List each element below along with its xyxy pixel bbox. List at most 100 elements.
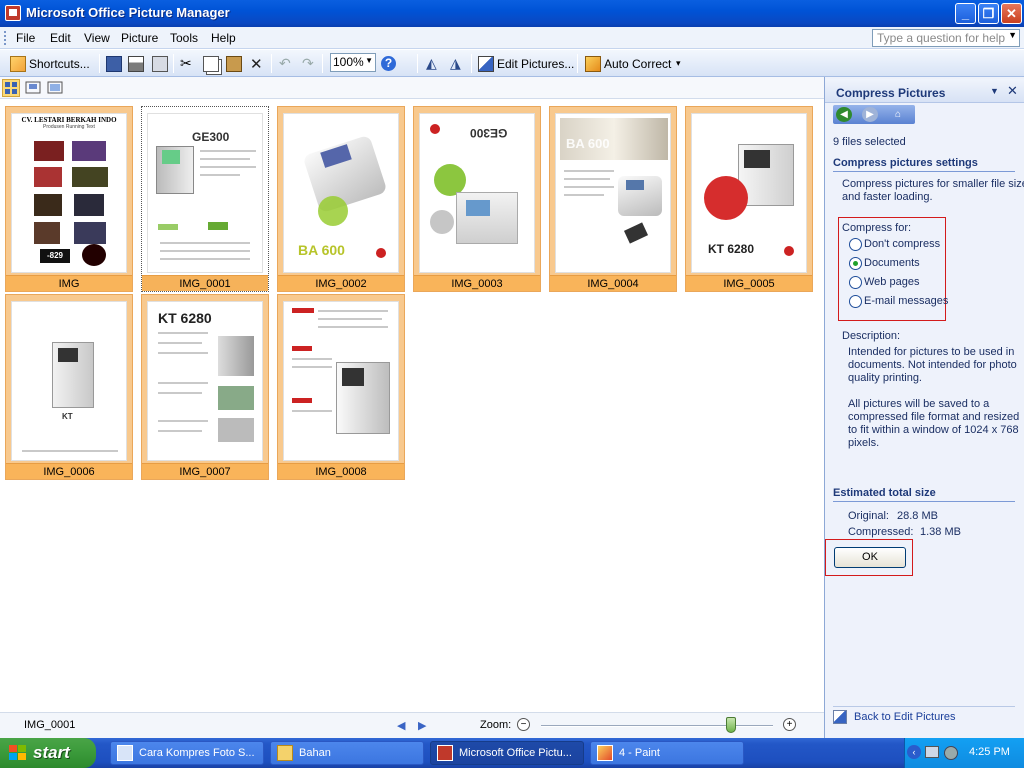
compressed-size-label: Compressed: [848, 526, 914, 538]
delete-button[interactable]: ✕ [250, 53, 263, 74]
save-icon [106, 55, 122, 72]
radio-documents[interactable] [849, 257, 862, 270]
close-button[interactable]: ✕ [1001, 3, 1022, 24]
taskbar-item-paint[interactable]: 4 - Paint [590, 741, 744, 765]
menu-file[interactable]: File [16, 31, 35, 45]
zoom-out-button[interactable]: − [517, 718, 530, 731]
previous-picture-button[interactable]: ◀ [397, 719, 405, 732]
copy-icon [203, 55, 219, 72]
zoom-slider-handle[interactable] [726, 717, 737, 733]
radio-dont-compress[interactable] [849, 238, 862, 251]
start-button[interactable]: start [0, 738, 96, 768]
restore-button[interactable]: ❐ [978, 3, 999, 24]
toolbar-separator [173, 54, 174, 73]
description-line: documents. Not intended for photo [848, 359, 1017, 371]
pane-forward-button[interactable]: ▶ [862, 107, 878, 122]
speaker-icon[interactable] [944, 746, 958, 760]
zoom-in-button[interactable]: + [783, 718, 796, 731]
thumbnail-area: CV. LESTARI BERKAH INDO Produsen Running… [0, 100, 824, 712]
thumbnail-caption: IMG_0001 [142, 275, 268, 291]
app-icon[interactable] [5, 5, 21, 21]
email-button[interactable] [152, 53, 171, 74]
paste-button[interactable] [226, 53, 245, 74]
toolbar-separator [322, 54, 323, 73]
radio-label-dont-compress[interactable]: Don't compress [864, 238, 940, 250]
copy-button[interactable] [203, 53, 222, 74]
auto-correct-icon [585, 55, 601, 72]
scissors-icon: ✂ [180, 55, 192, 71]
rotate-left-button[interactable]: ◭ [426, 53, 437, 74]
pane-home-button[interactable]: ⌂ [890, 107, 906, 122]
back-to-edit-pictures-link[interactable]: Back to Edit Pictures [854, 711, 956, 723]
thumb-ge300-title: GE300 [192, 130, 230, 144]
radio-label-web-pages[interactable]: Web pages [864, 276, 919, 288]
undo-icon: ↶ [279, 55, 291, 71]
help-button[interactable]: ? [381, 53, 396, 74]
filmstrip-view-button[interactable] [24, 79, 42, 97]
toolbar-options-button[interactable]: ▾ [676, 53, 681, 74]
menu-grip[interactable] [4, 31, 7, 45]
menu-picture[interactable]: Picture [121, 31, 158, 45]
menu-help[interactable]: Help [211, 31, 236, 45]
menu-view[interactable]: View [84, 31, 110, 45]
thumbnail-img-0007[interactable]: KT 6280 IMG_0007 [141, 294, 269, 480]
help-search-input[interactable]: Type a question for help ▼ [872, 29, 1020, 47]
redo-button[interactable]: ↷ [302, 53, 314, 74]
auto-correct-button[interactable]: Auto Correct [585, 53, 671, 74]
thumbnail-img-0005[interactable]: KT 6280 IMG_0005 [685, 106, 813, 292]
save-button[interactable] [106, 53, 125, 74]
shortcuts-label: Shortcuts... [29, 56, 90, 71]
thumbnail-img-0003[interactable]: GE300 IMG_0003 [413, 106, 541, 292]
rotate-right-button[interactable]: ◮ [450, 53, 461, 74]
minimize-button[interactable]: _ [955, 3, 976, 24]
chevron-down-icon[interactable]: ▼ [1008, 30, 1017, 40]
original-size-label: Original: [848, 510, 889, 522]
print-button[interactable] [128, 53, 147, 74]
taskbar-item-picture-manager[interactable]: Microsoft Office Pictu... [430, 741, 584, 765]
thumbnail-img-0004[interactable]: BA 600 IMG_0004 [549, 106, 677, 292]
thumbnail-img-0002[interactable]: BA 600 IMG_0002 [277, 106, 405, 292]
thumbnail-caption: IMG_0007 [142, 463, 268, 479]
files-selected-text: 9 files selected [833, 136, 906, 148]
thumbnail-view-button[interactable] [2, 79, 20, 97]
shortcuts-button[interactable]: Shortcuts... [10, 53, 90, 74]
network-icon[interactable] [925, 746, 939, 758]
zoom-slider[interactable] [541, 725, 773, 727]
toolbar-separator [577, 54, 578, 73]
taskbar-item-folder[interactable]: Bahan [270, 741, 424, 765]
view-mode-bar [0, 77, 824, 99]
edit-pictures-button[interactable]: Edit Pictures... [478, 53, 574, 74]
email-icon [152, 55, 168, 72]
description-line: quality printing. [848, 372, 922, 384]
tray-expand-button[interactable]: ‹ [907, 745, 921, 759]
thumbnail-img-0006[interactable]: KT IMG_0006 [5, 294, 133, 480]
thumbnail-img-0001[interactable]: GE300 IMG_0001 [141, 106, 269, 292]
thumbnail-img[interactable]: CV. LESTARI BERKAH INDO Produsen Running… [5, 106, 133, 292]
radio-email-messages[interactable] [849, 295, 862, 308]
cut-button[interactable]: ✂ [180, 53, 192, 74]
thumbnail-caption: IMG [6, 275, 132, 291]
pane-close-button[interactable]: ✕ [1007, 83, 1018, 99]
edit-pictures-label: Edit Pictures... [497, 56, 575, 71]
radio-web-pages[interactable] [849, 276, 862, 289]
pane-back-button[interactable]: ◀ [836, 107, 852, 122]
menu-edit[interactable]: Edit [50, 31, 71, 45]
folder-icon [277, 745, 293, 761]
taskbar-item-browser[interactable]: Cara Kompres Foto S... [110, 741, 264, 765]
menu-tools[interactable]: Tools [170, 31, 198, 45]
original-size-value: 28.8 MB [897, 510, 938, 522]
single-picture-view-button[interactable] [46, 79, 64, 97]
thumbnail-img-0008[interactable]: IMG_0008 [277, 294, 405, 480]
radio-label-email-messages[interactable]: E-mail messages [864, 295, 948, 307]
radio-label-documents[interactable]: Documents [864, 257, 920, 269]
pane-menu-button[interactable]: ▼ [990, 86, 999, 96]
undo-button[interactable]: ↶ [279, 53, 291, 74]
thumbnail-caption: IMG_0002 [278, 275, 404, 291]
ok-button[interactable]: OK [834, 547, 906, 568]
zoom-select[interactable]: 100% ▼ [330, 53, 376, 72]
chevron-left-icon: ‹ [912, 747, 916, 757]
title-bar: Microsoft Office Picture Manager _ ❐ ✕ [0, 0, 1024, 27]
thumb-kt6280-title: KT 6280 [708, 242, 755, 256]
menu-bar: File Edit View Picture Tools Help Type a… [0, 27, 1024, 49]
next-picture-button[interactable]: ▶ [418, 719, 426, 732]
